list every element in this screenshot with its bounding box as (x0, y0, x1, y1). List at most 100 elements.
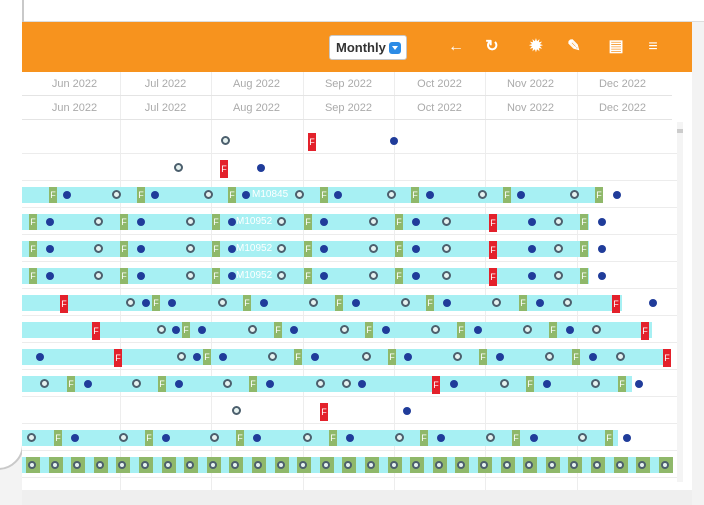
milestone-dot[interactable] (649, 299, 657, 307)
milestone-ring[interactable] (502, 461, 511, 469)
milestone-ring[interactable] (431, 325, 440, 334)
flag-green[interactable]: F (335, 295, 343, 311)
schedule-row[interactable]: F F F F F F (22, 370, 677, 397)
flag-green[interactable]: F (512, 430, 520, 446)
milestone-ring[interactable] (554, 217, 563, 226)
milestone-ring[interactable] (369, 271, 378, 280)
milestone-ring[interactable] (27, 433, 36, 442)
refresh-icon[interactable]: ↻ (481, 36, 503, 58)
milestone-dot[interactable] (474, 326, 482, 334)
milestone-ring[interactable] (593, 461, 601, 469)
milestone-ring[interactable] (119, 433, 128, 442)
milestone-ring[interactable] (94, 217, 103, 226)
flag-green[interactable]: F (365, 322, 373, 338)
milestone-ring[interactable] (232, 406, 241, 415)
milestone-dot[interactable] (311, 353, 319, 361)
milestone-ring[interactable] (50, 461, 59, 469)
milestone-dot[interactable] (228, 272, 236, 280)
milestone-ring[interactable] (218, 298, 227, 307)
milestone-ring[interactable] (342, 379, 351, 388)
flag-green[interactable]: F (243, 295, 251, 311)
milestone-dot[interactable] (358, 380, 366, 388)
milestone-dot[interactable] (320, 272, 328, 280)
milestone-ring[interactable] (221, 136, 230, 145)
schedule-row[interactable]: F (22, 154, 677, 181)
milestone-ring[interactable] (592, 325, 601, 334)
milestone-ring[interactable] (486, 433, 495, 442)
gear-icon[interactable]: ✹ (525, 36, 547, 58)
milestone-dot[interactable] (228, 218, 236, 226)
milestone-dot[interactable] (172, 326, 180, 334)
flag-green[interactable]: F (294, 349, 302, 365)
milestone-ring[interactable] (442, 244, 451, 253)
milestone-ring[interactable] (367, 461, 375, 469)
schedule-row[interactable]: F F F M10952 F F F F (22, 208, 677, 235)
task-bar[interactable] (22, 376, 632, 392)
milestone-dot[interactable] (63, 191, 71, 199)
milestone-dot[interactable] (412, 272, 420, 280)
milestone-dot[interactable] (334, 191, 342, 199)
schedule-row[interactable]: F (22, 397, 677, 424)
milestone-ring[interactable] (453, 352, 462, 361)
milestone-ring[interactable] (186, 217, 195, 226)
schedule-row[interactable]: F F F M10952 F F F F (22, 235, 677, 262)
milestone-dot[interactable] (528, 245, 536, 253)
flag-red[interactable]: F (432, 376, 440, 394)
milestone-ring[interactable] (362, 352, 371, 361)
milestone-ring[interactable] (174, 163, 183, 172)
milestone-ring[interactable] (578, 433, 587, 442)
milestone-ring[interactable] (141, 461, 149, 469)
flag-green[interactable]: F (120, 268, 128, 284)
flag-green[interactable]: F (212, 214, 220, 230)
milestone-ring[interactable] (248, 325, 257, 334)
milestone-ring[interactable] (545, 352, 554, 361)
milestone-dot[interactable] (71, 434, 79, 442)
schedule-row[interactable]: F F F F F F F (22, 289, 677, 316)
milestone-dot[interactable] (46, 245, 54, 253)
flag-red[interactable]: F (92, 322, 100, 340)
flag-red[interactable]: F (489, 214, 497, 232)
milestone-ring[interactable] (132, 379, 141, 388)
task-bar[interactable] (22, 295, 622, 311)
flag-green[interactable]: F (152, 295, 160, 311)
milestone-ring[interactable] (208, 461, 217, 469)
milestone-dot[interactable] (598, 245, 606, 253)
milestone-ring[interactable] (401, 298, 410, 307)
flag-green[interactable]: F (395, 268, 403, 284)
milestone-dot[interactable] (46, 272, 54, 280)
milestone-dot[interactable] (598, 218, 606, 226)
milestone-dot[interactable] (151, 191, 159, 199)
flag-green[interactable]: F (49, 187, 57, 203)
milestone-ring[interactable] (500, 379, 509, 388)
flag-green[interactable]: F (120, 214, 128, 230)
flag-green[interactable]: F (304, 214, 312, 230)
milestone-ring[interactable] (223, 379, 232, 388)
schedule-row[interactable]: F F F M10845 F F F F (22, 181, 677, 208)
milestone-ring[interactable] (478, 190, 487, 199)
milestone-ring[interactable] (126, 298, 135, 307)
milestone-ring[interactable] (387, 190, 396, 199)
milestone-ring[interactable] (554, 271, 563, 280)
milestone-dot[interactable] (412, 218, 420, 226)
milestone-dot[interactable] (168, 299, 176, 307)
schedule-row[interactable]: F F F F F F F (22, 343, 677, 370)
milestone-dot[interactable] (589, 353, 597, 361)
milestone-ring[interactable] (554, 244, 563, 253)
milestone-dot[interactable] (193, 353, 201, 361)
milestone-ring[interactable] (321, 461, 330, 469)
milestone-ring[interactable] (523, 325, 532, 334)
milestone-dot[interactable] (198, 326, 206, 334)
milestone-dot[interactable] (84, 380, 92, 388)
milestone-dot[interactable] (162, 434, 170, 442)
milestone-ring[interactable] (177, 352, 186, 361)
milestone-dot[interactable] (346, 434, 354, 442)
schedule-row[interactable]: F F F F F F F (22, 316, 677, 343)
flag-green[interactable]: F (54, 430, 62, 446)
flag-green[interactable]: F (29, 214, 37, 230)
flag-red[interactable]: F (489, 268, 497, 286)
flag-green[interactable]: F (420, 430, 428, 446)
milestone-dot[interactable] (253, 434, 261, 442)
milestone-ring[interactable] (442, 271, 451, 280)
flag-green[interactable]: F (411, 187, 419, 203)
milestone-dot[interactable] (613, 191, 621, 199)
